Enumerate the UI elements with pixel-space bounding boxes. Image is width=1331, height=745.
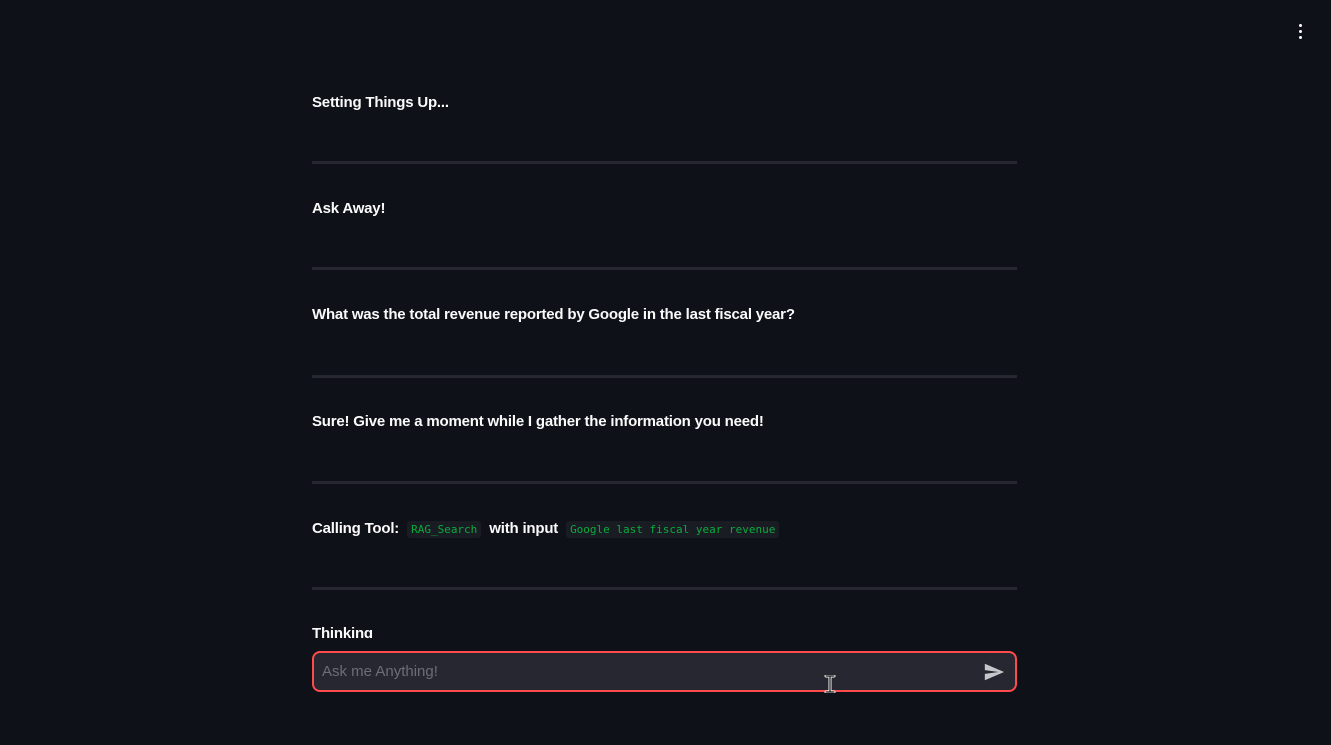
- chat-message: Sure! Give me a moment while I gather th…: [312, 412, 1017, 432]
- message-divider: [312, 375, 1017, 378]
- tool-input-code: Google last fiscal year revenue: [566, 521, 780, 538]
- tool-name-code: RAG_Search: [407, 521, 482, 538]
- tool-call-message: Calling Tool: RAG_Search with input Goog…: [312, 519, 1017, 540]
- message-text: Ask Away!: [312, 200, 386, 217]
- chat-message: Ask Away!: [312, 199, 1017, 219]
- text-cursor-icon: [824, 675, 836, 693]
- message-divider: [312, 481, 1017, 484]
- message-divider: [312, 267, 1017, 270]
- message-text: Setting Things Up...: [312, 94, 449, 111]
- chat-input-container[interactable]: [312, 651, 1017, 692]
- chat-input[interactable]: [322, 653, 962, 690]
- message-divider: [312, 161, 1017, 164]
- menu-dot: [1298, 29, 1302, 33]
- tool-call-middle: with input: [489, 520, 559, 537]
- menu-dot: [1298, 23, 1302, 27]
- send-arrow-icon[interactable]: [983, 661, 1005, 683]
- chat-message: Setting Things Up...: [312, 93, 1017, 113]
- main-menu-icon[interactable]: [1291, 20, 1309, 42]
- message-text: Sure! Give me a moment while I gather th…: [312, 413, 764, 430]
- app-window: Setting Things Up... Ask Away! What was …: [0, 0, 1331, 745]
- chat-message: What was the total revenue reported by G…: [312, 305, 1017, 325]
- thinking-status: Thinking: [312, 624, 1017, 638]
- message-text: What was the total revenue reported by G…: [312, 306, 795, 323]
- thinking-text: Thinking: [312, 625, 373, 638]
- menu-dot: [1298, 35, 1302, 39]
- message-divider: [312, 587, 1017, 590]
- chat-history[interactable]: Setting Things Up... Ask Away! What was …: [312, 0, 1017, 638]
- tool-call-prefix: Calling Tool:: [312, 520, 400, 537]
